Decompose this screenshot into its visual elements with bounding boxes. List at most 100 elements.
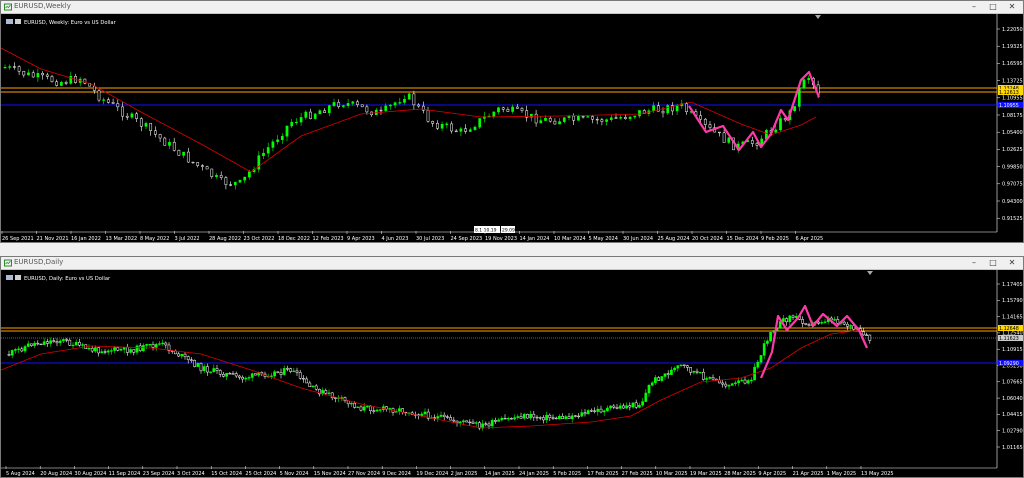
time-axis-label: 9 Feb 2025 — [761, 236, 789, 242]
candle-body — [126, 347, 129, 353]
time-axis-label: 5 Feb 2025 — [553, 471, 581, 477]
candle-body — [3, 66, 7, 69]
candle-body — [254, 373, 257, 376]
candle-body — [638, 404, 641, 408]
candle-body — [682, 364, 686, 366]
candle-body — [743, 379, 747, 384]
candle-body — [663, 373, 667, 377]
candle-body — [62, 339, 65, 342]
candle-body — [420, 413, 424, 416]
candle-body — [534, 113, 538, 124]
price-tag-label: 1.11623 — [999, 336, 1019, 342]
candle-body — [759, 355, 763, 363]
candle-body — [64, 82, 68, 84]
candle-body — [78, 342, 81, 346]
candle-body — [698, 371, 702, 374]
price-axis-label: 1.01165 — [1002, 445, 1023, 451]
candle-body — [100, 351, 104, 354]
candle-body — [675, 105, 679, 112]
candle-body — [446, 416, 449, 418]
candle-body — [520, 108, 524, 111]
weekly-chart-area[interactable]: EURUSD, Weekly: Euro vs US Dollar 8.1 10… — [1, 14, 1023, 242]
chart-shift-marker[interactable] — [815, 15, 821, 19]
candle-body — [158, 343, 161, 345]
candle-body — [271, 141, 275, 148]
price-axis-label: 1.02625 — [1002, 147, 1023, 153]
daily-price-chart[interactable]: EURUSD, Daily: Euro vs US Dollar 1.17405… — [1, 270, 1023, 477]
candle-body — [205, 166, 209, 170]
time-axis-label: 9 Apr 2025 — [758, 471, 786, 477]
minimize-button[interactable]: – — [965, 257, 983, 269]
candle-body — [10, 350, 14, 356]
daily-chart-area[interactable]: EURUSD, Daily: Euro vs US Dollar 1.17405… — [1, 270, 1023, 477]
daily-title-bar[interactable]: EURUSD,Daily – □ ✕ — [1, 257, 1023, 270]
candle-body — [730, 383, 734, 386]
candle-body — [624, 117, 627, 119]
candle-body — [327, 105, 331, 113]
candle-body — [500, 417, 504, 421]
candle-body — [679, 364, 683, 366]
candle-body — [238, 375, 241, 378]
candle-body — [97, 347, 100, 354]
chart-type-icon — [15, 19, 21, 24]
crosshair-tag-date: 8.1 10.19 — [475, 228, 497, 234]
candle-body — [510, 418, 513, 420]
time-axis-label: 28 Aug 2022 — [209, 236, 241, 242]
candle-body — [750, 379, 753, 382]
candle-body — [535, 416, 539, 419]
candle-body — [497, 419, 500, 422]
candle-body — [191, 161, 195, 164]
candle-body — [606, 407, 609, 412]
candle-body — [572, 115, 576, 121]
candle-body — [657, 377, 660, 381]
price-axis-label: 0.99850 — [1002, 164, 1023, 170]
candle-body — [222, 374, 225, 377]
candle-body — [302, 378, 305, 380]
candle-body — [360, 104, 364, 108]
candle-body — [407, 93, 411, 100]
candle-body — [417, 104, 420, 107]
candle-body — [746, 380, 750, 384]
time-axis-label: 23 Oct 2022 — [244, 236, 275, 242]
close-button[interactable]: ✕ — [1003, 257, 1021, 269]
candle-body — [652, 105, 655, 112]
candle-body — [52, 340, 56, 342]
weekly-window-title: EURUSD,Weekly — [14, 2, 71, 10]
price-axis-label: 1.10955 — [1002, 96, 1023, 102]
time-axis-label: 15 Oct 2024 — [211, 471, 242, 477]
candle-body — [506, 418, 510, 420]
time-axis-label: 24 Sep 2023 — [451, 236, 483, 242]
daily-chart-window[interactable]: EURUSD,Daily – □ ✕ EURUSD, Daily: Euro v… — [0, 256, 1024, 478]
candle-body — [785, 318, 788, 323]
candle-body — [180, 353, 184, 357]
candle-body — [431, 121, 435, 124]
candle-body — [219, 175, 223, 178]
weekly-title-bar[interactable]: EURUSD,Weekly – □ ✕ — [1, 1, 1023, 14]
close-button[interactable]: ✕ — [1003, 1, 1021, 13]
candle-body — [356, 101, 359, 105]
candle-body — [558, 121, 561, 125]
candle-body — [703, 118, 707, 125]
candle-body — [151, 343, 155, 348]
candle-body — [286, 368, 289, 370]
weekly-price-chart[interactable]: EURUSD, Weekly: Euro vs US Dollar 8.1 10… — [1, 14, 1023, 242]
candle-body — [304, 111, 308, 118]
candle-body — [823, 321, 827, 323]
maximize-button[interactable]: □ — [984, 257, 1002, 269]
candle-body — [619, 117, 623, 119]
candle-body — [39, 343, 43, 346]
price-axis-label: 1.04415 — [1002, 412, 1023, 418]
weekly-chart-window[interactable]: EURUSD,Weekly – □ ✕ EURUSD, Weekly: Euro… — [0, 0, 1024, 243]
minimize-button[interactable]: – — [965, 1, 983, 13]
candle-body — [366, 405, 369, 408]
candle-body — [139, 118, 143, 127]
candle-body — [724, 383, 728, 387]
candle-body — [644, 392, 648, 402]
candle-body — [605, 119, 608, 122]
candle-body — [868, 334, 872, 341]
candle-body — [102, 99, 106, 101]
maximize-button[interactable]: □ — [984, 1, 1002, 13]
candle-body — [689, 367, 692, 373]
chart-shift-marker[interactable] — [867, 271, 873, 275]
time-axis-label: 12 Feb 2023 — [313, 236, 344, 242]
